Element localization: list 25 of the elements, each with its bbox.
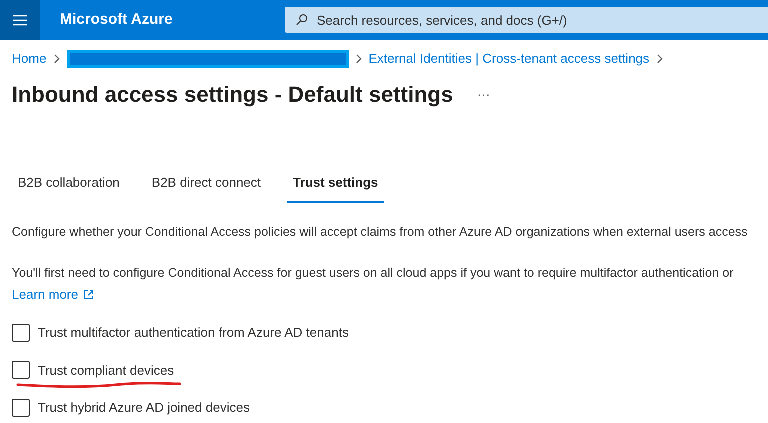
page-title: Inbound access settings - Default settings	[12, 81, 454, 109]
note-text: You'll first need to configure Conditional Access for guest users on all cloud apps if you want to require multifactor authentication or	[12, 265, 735, 282]
checkbox[interactable]	[12, 398, 30, 417]
chevron-icon	[656, 54, 664, 64]
option-label: Trust compliant devices	[38, 362, 174, 380]
menu-icon	[13, 14, 27, 26]
description-text: Configure whether your Conditional Access policies will accept claims from other Azure AD organizations when external users access	[12, 224, 749, 241]
learn-more-link[interactable]: Learn more	[12, 285, 94, 304]
menu-button[interactable]	[0, 0, 40, 40]
option-label: Trust multifactor authentication from Azure AD tenants	[38, 324, 349, 342]
brand-name[interactable]: Microsoft Azure	[60, 8, 285, 32]
checkbox[interactable]	[12, 324, 30, 342]
option-label: Trust hybrid Azure AD joined devices	[38, 399, 250, 417]
checkbox[interactable]	[12, 361, 30, 380]
tab[interactable]: Trust settings	[287, 173, 384, 202]
breadcrumb-link[interactable]: Home	[12, 49, 47, 69]
search-icon	[296, 14, 308, 26]
chevron-icon	[354, 54, 363, 64]
tab[interactable]: B2B collaboration	[12, 173, 126, 202]
external-link-icon	[84, 290, 94, 300]
breadcrumb-link[interactable]: External Identities | Cross-tenant access settings	[368, 49, 650, 69]
more-button[interactable]: ···	[477, 84, 490, 104]
chevron-icon	[52, 54, 61, 64]
search-field[interactable]: Search resources, services, and docs (G+/)	[285, 7, 768, 33]
tab[interactable]: B2B direct connect	[146, 173, 268, 202]
